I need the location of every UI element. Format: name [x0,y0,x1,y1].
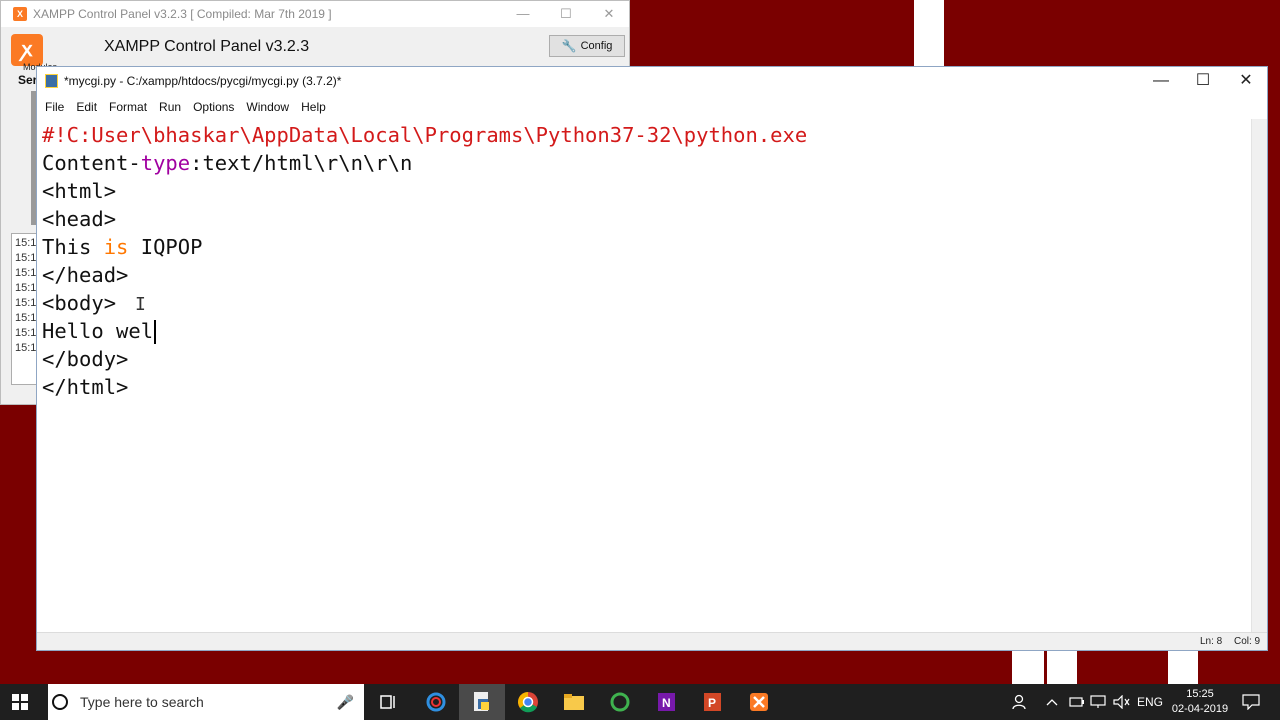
desktop-strip [1047,651,1077,684]
maximize-icon[interactable]: ☐ [544,1,588,27]
volume-icon[interactable] [1113,684,1131,720]
windows-start-icon[interactable] [0,684,40,720]
code-line-5: This is IQPOP [42,233,202,261]
xampp-app-icon: X [13,7,27,21]
code-line-1: #!C:User\bhaskar\AppData\Local\Programs\… [42,123,808,147]
svg-text:N: N [662,696,671,710]
code-line-6: </head> [42,263,129,287]
column-indicator: Col: 9 [1234,636,1261,647]
menu-help[interactable]: Help [295,100,332,114]
code-editor[interactable]: #!C:User\bhaskar\AppData\Local\Programs\… [37,119,1251,633]
config-button[interactable]: 🔧 Config [549,35,625,57]
idle-editor-window[interactable]: *mycgi.py - C:/xampp/htdocs/pycgi/mycgi.… [36,66,1268,651]
taskbar-search[interactable]: 🎤 [48,684,364,720]
microphone-icon[interactable]: 🎤 [337,694,354,711]
code-builtin: type [140,151,191,175]
status-bar: Ln: 8 Col: 9 [37,632,1267,650]
xampp-window-title: XAMPP Control Panel v3.2.3 [ Compiled: M… [33,7,332,21]
config-label: Config [580,40,613,52]
minimize-icon[interactable]: — [1139,67,1183,95]
language-indicator[interactable]: ENG [1137,684,1163,720]
log-time: 15:1 [15,327,37,339]
svg-text:P: P [708,696,716,710]
cortana-icon [52,694,68,710]
ibeam-cursor-icon: I [135,294,146,315]
log-time: 15:1 [15,237,37,249]
xampp-taskbar-icon[interactable] [736,684,782,720]
code-line-10: </html> [42,375,129,399]
log-time: 15:1 [15,252,37,264]
idle-window-title: *mycgi.py - C:/xampp/htdocs/pycgi/mycgi.… [64,74,342,88]
close-icon[interactable]: ✕ [587,1,631,27]
task-view-icon[interactable] [366,684,412,720]
desktop-strip [1012,651,1044,684]
code-text: This [42,235,104,259]
chrome-icon[interactable] [505,684,551,720]
code-keyword: is [103,235,129,259]
idle-titlebar[interactable]: *mycgi.py - C:/xampp/htdocs/pycgi/mycgi.… [37,67,1267,95]
notifications-icon[interactable] [1242,684,1260,720]
menu-bar: File Edit Format Run Options Window Help [37,95,1267,119]
service-label: Ser [18,73,38,87]
people-icon[interactable] [1010,684,1028,720]
taskbar: 🎤 N P ENG 15:25 02-04-2019 [0,684,1280,720]
python-file-icon [45,74,58,88]
network-icon[interactable] [1090,684,1108,720]
search-input[interactable] [78,693,332,711]
code-line-8: Hello wel [42,317,157,345]
menu-window[interactable]: Window [240,100,295,114]
powerpoint-icon[interactable]: P [689,684,735,720]
code-text: Content- [42,151,141,175]
menu-run[interactable]: Run [153,100,187,114]
wrench-icon: 🔧 [561,39,577,53]
file-explorer-icon[interactable] [551,684,597,720]
clock-date: 02-04-2019 [1171,703,1229,715]
code-text: :text/html\r\n\r\n [190,151,413,175]
clock-time: 15:25 [1186,688,1214,700]
log-time: 15:1 [15,297,37,309]
maximize-icon[interactable]: ☐ [1181,67,1225,95]
minimize-icon[interactable]: — [501,1,545,27]
battery-icon[interactable] [1069,684,1085,720]
taskbar-clock[interactable]: 15:25 02-04-2019 [1165,687,1235,717]
xampp-titlebar[interactable]: X XAMPP Control Panel v3.2.3 [ Compiled:… [1,1,629,27]
desktop-strip [1168,651,1198,684]
menu-edit[interactable]: Edit [70,100,103,114]
menu-file[interactable]: File [39,100,70,114]
code-line-3: <html> [42,179,117,203]
code-line-9: </body> [42,347,129,371]
log-time: 15:1 [15,312,37,324]
text-caret [154,320,157,344]
menu-format[interactable]: Format [103,100,153,114]
log-time: 15:1 [15,267,37,279]
vertical-scrollbar[interactable] [1251,119,1267,633]
desktop-strip [914,0,944,66]
sync-app-icon[interactable] [413,684,459,720]
code-line-2: Content-type:text/html\r\n\r\n [42,149,412,177]
code-line-4: <head> [42,207,117,231]
code-text: Hello wel [42,319,154,343]
chevron-up-icon[interactable] [1046,684,1058,720]
code-line-7: <body> [42,291,117,315]
menu-options[interactable]: Options [187,100,240,114]
python-idle-taskbar-icon[interactable] [459,684,505,720]
green-app-icon[interactable] [597,684,643,720]
line-indicator: Ln: 8 [1200,636,1223,647]
onenote-icon[interactable]: N [643,684,689,720]
close-icon[interactable]: ✕ [1224,67,1268,95]
code-text: IQPOP [128,235,203,259]
xampp-heading: XAMPP Control Panel v3.2.3 [104,38,310,55]
log-time: 15:1 [15,342,37,354]
log-time: 15:1 [15,282,37,294]
